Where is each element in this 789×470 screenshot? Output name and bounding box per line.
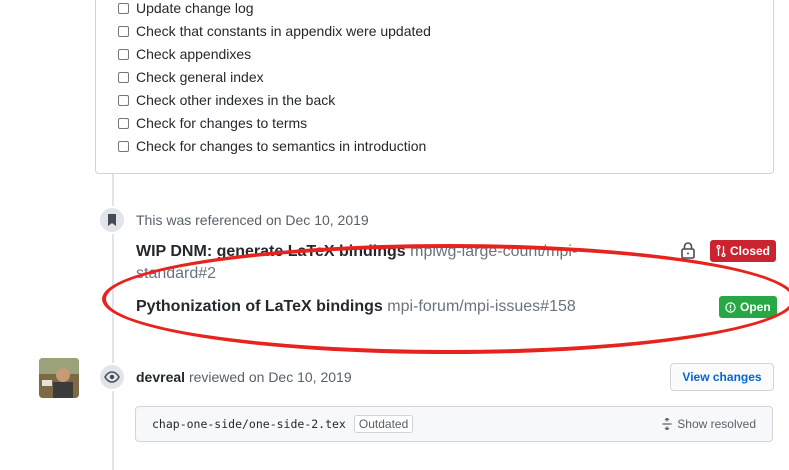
checkbox[interactable] [118, 117, 129, 129]
issue-open-icon [725, 301, 736, 313]
reference-repo[interactable]: mpi-forum/mpi-issues#158 [387, 298, 576, 315]
state-label: Open [740, 300, 771, 314]
file-path[interactable]: chap-one-side/one-side-2.tex [152, 417, 346, 431]
checkbox[interactable] [118, 2, 129, 14]
review-event-text: devreal reviewed on Dec 10, 2019 [136, 369, 352, 385]
checklist-item[interactable]: Check for changes to terms [118, 113, 307, 133]
eye-icon [104, 371, 120, 383]
checkbox[interactable] [118, 25, 129, 37]
checkbox[interactable] [118, 94, 129, 106]
checklist-item-label: Check general index [136, 69, 264, 85]
checklist-item-label: Update change log [136, 0, 254, 16]
checklist-item[interactable]: Check other indexes in the back [118, 90, 335, 110]
checkbox[interactable] [118, 140, 129, 152]
unfold-icon [662, 418, 672, 430]
reference-title[interactable]: Pythonization of LaTeX bindings [136, 298, 383, 315]
review-badge [98, 363, 126, 391]
state-badge-open: Open [719, 296, 777, 318]
checklist-item-label: Check appendixes [136, 46, 252, 62]
user-photo-icon [39, 358, 79, 398]
checkbox[interactable] [118, 71, 129, 83]
checklist-item[interactable]: Check appendixes [118, 44, 251, 64]
checklist-item-label: Check for changes to terms [136, 115, 308, 131]
checklist-item[interactable]: Check that constants in appendix were up… [118, 21, 431, 41]
bookmark-badge [98, 206, 126, 234]
checklist-item[interactable]: Check general index [118, 67, 264, 87]
checklist-item-label: Check for changes to semantics in introd… [136, 138, 427, 154]
state-badge-closed: Closed [710, 240, 777, 262]
reference-item-closed[interactable]: WIP DNM: generate LaTeX bindings mpiwg-l… [136, 241, 596, 285]
view-changes-button[interactable]: View changes [670, 363, 774, 391]
review-file-header: chap-one-side/one-side-2.tex Outdated Sh… [135, 406, 773, 442]
checklist-item[interactable]: Check for changes to semantics in introd… [118, 136, 426, 156]
checklist-item-label: Check other indexes in the back [136, 92, 336, 108]
lock-icon [681, 242, 695, 259]
reference-item-open[interactable]: Pythonization of LaTeX bindings mpi-foru… [136, 296, 596, 318]
bookmark-icon [108, 214, 116, 226]
checklist-item-label: Check that constants in appendix were up… [136, 23, 431, 39]
show-resolved-label: Show resolved [677, 417, 756, 431]
state-label: Closed [730, 244, 771, 258]
outdated-label: Outdated [353, 415, 414, 433]
show-resolved-button[interactable]: Show resolved [661, 417, 756, 431]
pull-request-closed-icon [716, 245, 726, 257]
checkbox[interactable] [118, 48, 129, 60]
review-action: reviewed on Dec 10, 2019 [188, 369, 352, 385]
reference-title[interactable]: WIP DNM: generate LaTeX bindings [136, 243, 406, 260]
task-checklist-card: Update change log Check that constants i… [95, 0, 774, 174]
checklist-item[interactable]: Update change log [118, 0, 254, 18]
reference-event-text: This was referenced on Dec 10, 2019 [136, 212, 369, 228]
avatar[interactable] [39, 358, 79, 398]
review-author[interactable]: devreal [136, 369, 185, 385]
